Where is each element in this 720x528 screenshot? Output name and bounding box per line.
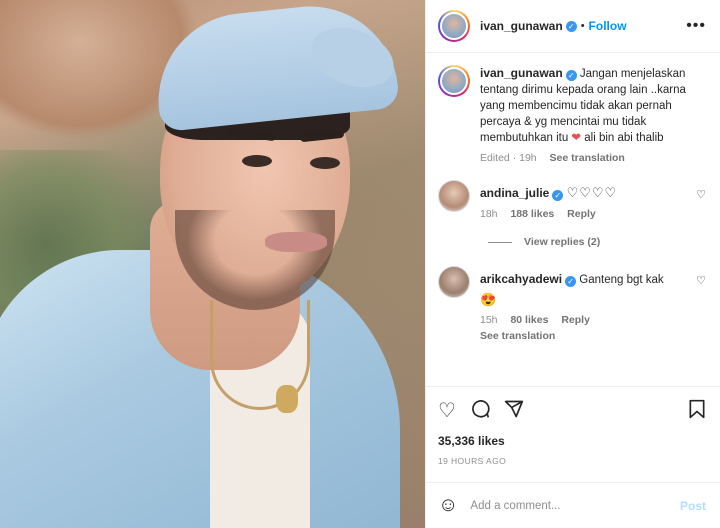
comment: arikcahyadewi ✓ Ganteng bgt kak 😍 15h 80 …	[438, 266, 706, 342]
lips	[265, 232, 327, 252]
view-replies-label[interactable]: View replies (2)	[524, 236, 600, 248]
left-eye	[242, 155, 272, 167]
caption-edited-time: Edited · 19h	[480, 152, 537, 164]
post-header: ivan_gunawan ✓ • Follow •••	[426, 0, 720, 53]
caption-attribution: ali bin abi thalib	[581, 132, 664, 144]
comment: andina_julie ✓ ♡♡♡♡ 18h 188 likes Reply ♡	[438, 180, 706, 220]
emoji-icon[interactable]: ☺	[438, 494, 458, 517]
view-replies[interactable]: View replies (2)	[488, 236, 706, 248]
right-eye	[310, 157, 340, 169]
post-side-panel: ivan_gunawan ✓ • Follow ••• ivan_gunawan…	[425, 0, 720, 528]
instagram-post-modal: ivan_gunawan ✓ • Follow ••• ivan_gunawan…	[0, 0, 720, 528]
bookmark-icon[interactable]	[688, 399, 706, 423]
caption-avatar[interactable]	[438, 65, 470, 97]
verified-icon: ✓	[565, 276, 577, 287]
verified-icon: ✓	[552, 190, 564, 201]
commenter-avatar[interactable]	[438, 180, 470, 212]
caption-see-translation[interactable]: See translation	[550, 152, 625, 164]
comment-see-translation[interactable]: See translation	[480, 330, 555, 342]
verified-icon: ✓	[565, 70, 577, 81]
heart-icon[interactable]: ♡	[696, 188, 706, 201]
heart-icon[interactable]: ♡	[438, 401, 456, 421]
reply-button[interactable]: Reply	[561, 314, 590, 326]
author-avatar[interactable]	[438, 10, 470, 42]
comment-input[interactable]: Add a comment...	[470, 500, 668, 512]
reply-button[interactable]: Reply	[567, 208, 596, 220]
separator-dot: •	[580, 20, 585, 32]
caption-username[interactable]: ivan_gunawan	[480, 66, 563, 80]
more-icon[interactable]: •••	[686, 17, 706, 35]
comment-emoji: 😍	[480, 292, 497, 307]
comment-time: 18h	[480, 208, 498, 220]
post-photo[interactable]	[0, 0, 425, 528]
commenter-username[interactable]: arikcahyadewi	[480, 272, 562, 286]
caption: ivan_gunawan ✓ Jangan menjelaskan tentang…	[438, 65, 706, 164]
comment-likes[interactable]: 80 likes	[510, 314, 548, 326]
red-heart-emoji: ❤	[571, 132, 582, 144]
post-button[interactable]: Post	[680, 499, 706, 513]
commenter-username[interactable]: andina_julie	[480, 186, 549, 200]
comments-section[interactable]: ivan_gunawan ✓ Jangan menjelaskan tentang…	[426, 53, 720, 386]
comment-text: ♡♡♡♡	[566, 185, 618, 200]
verified-icon: ✓	[565, 20, 577, 32]
post-date[interactable]: 19 HOURS AGO	[426, 448, 720, 466]
comment-time: 15h	[480, 314, 498, 326]
comment-text: Ganteng bgt kak	[579, 274, 664, 286]
post-actions: ♡	[426, 386, 720, 434]
share-icon[interactable]	[504, 399, 524, 423]
comment-composer: ☺ Add a comment... Post	[426, 482, 720, 528]
comment-icon[interactable]	[470, 399, 490, 423]
likes-count[interactable]: 35,336 likes	[426, 434, 720, 448]
necklace-pendant	[276, 385, 298, 413]
follow-button[interactable]: Follow	[589, 19, 627, 33]
commenter-avatar[interactable]	[438, 266, 470, 298]
author-username[interactable]: ivan_gunawan	[480, 19, 563, 33]
comment-likes[interactable]: 188 likes	[510, 208, 554, 220]
replies-line	[488, 241, 512, 243]
heart-icon[interactable]: ♡	[696, 274, 706, 287]
